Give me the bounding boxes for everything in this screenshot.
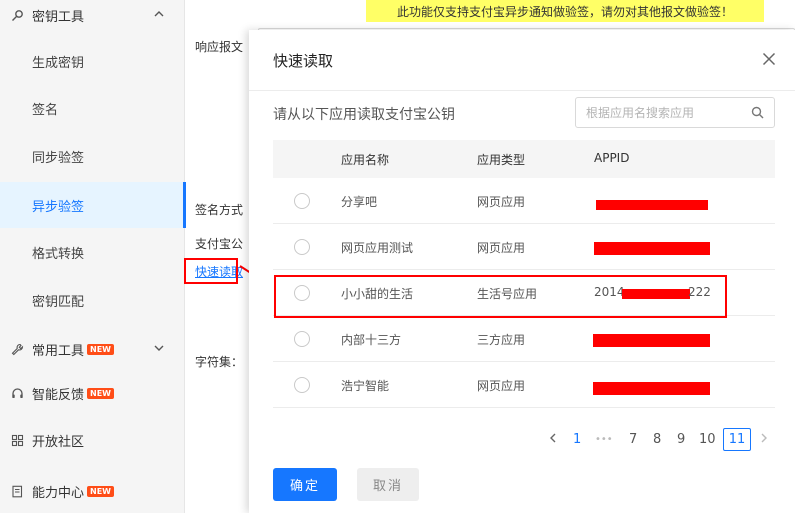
sign-method-label: 签名方式 <box>195 203 244 217</box>
key-icon <box>10 8 24 22</box>
sidebar: 密钥工具 生成密钥 签名 同步验签 异步验签 格式转换 密钥匹配 常用工具 NE… <box>0 0 186 513</box>
sidebar-item-sign[interactable]: 签名 <box>0 85 185 131</box>
pagination: 1 ••• 7 8 9 10 11 <box>249 428 795 452</box>
sidebar-item-generate-key[interactable]: 生成密钥 <box>0 38 185 84</box>
page-current[interactable]: 11 <box>723 428 751 451</box>
row-radio[interactable] <box>294 377 310 393</box>
app-search-input[interactable] <box>586 105 746 120</box>
charset-label: 字符集： <box>195 355 244 369</box>
cancel-button[interactable]: 取消 <box>357 468 419 501</box>
new-badge: NEW <box>87 387 114 399</box>
page-1[interactable]: 1 <box>573 432 581 447</box>
sidebar-item-label: 生成密钥 <box>32 55 85 71</box>
sidebar-group-label: 智能反馈 <box>32 387 85 403</box>
divider <box>249 90 795 91</box>
row-radio[interactable] <box>294 239 310 255</box>
wrench-icon <box>10 342 24 356</box>
next-page-icon[interactable] <box>759 432 769 448</box>
table-row[interactable]: 网页应用测试 网页应用 <box>273 224 775 270</box>
confirm-button[interactable]: 确定 <box>273 468 337 501</box>
redaction-mark <box>593 382 710 395</box>
quick-read-drawer: 快速读取 请从以下应用读取支付宝公钥 应用名称 应用类型 APPID 分享吧 网… <box>249 30 795 513</box>
new-badge: NEW <box>87 485 114 497</box>
sidebar-group-key-tools[interactable]: 密钥工具 <box>0 0 185 30</box>
page-10[interactable]: 10 <box>699 432 716 447</box>
annotation-box-row <box>274 275 727 318</box>
table-row[interactable]: 内部十三方 三方应用 <box>273 316 775 362</box>
app-name: 内部十三方 <box>341 333 402 347</box>
grid-icon <box>10 433 24 447</box>
sidebar-item-label: 同步验签 <box>32 150 85 166</box>
sidebar-group-label: 密钥工具 <box>32 9 85 25</box>
page-ellipsis[interactable]: ••• <box>595 434 613 445</box>
drawer-title: 快速读取 <box>273 52 334 70</box>
sidebar-item-label: 签名 <box>32 102 59 118</box>
redaction-mark <box>596 200 708 210</box>
new-badge: NEW <box>87 343 114 355</box>
column-header-type: 应用类型 <box>477 153 526 167</box>
headset-icon <box>10 386 24 400</box>
column-header-appid: APPID <box>594 151 630 165</box>
sidebar-group-open-community[interactable]: 开放社区 <box>0 425 185 455</box>
app-name: 网页应用测试 <box>341 241 414 255</box>
chevron-up-icon <box>153 8 165 20</box>
table-header: 应用名称 应用类型 APPID <box>273 140 775 178</box>
prev-page-icon[interactable] <box>548 432 558 448</box>
page-7[interactable]: 7 <box>629 432 637 447</box>
sidebar-item-label: 密钥匹配 <box>32 294 85 310</box>
sidebar-group-capability-center[interactable]: 能力中心 NEW <box>0 476 185 506</box>
row-radio[interactable] <box>294 331 310 347</box>
sidebar-item-label: 异步验签 <box>32 199 85 215</box>
page-9[interactable]: 9 <box>677 432 685 447</box>
sidebar-item-sync-verify[interactable]: 同步验签 <box>0 133 185 179</box>
column-header-name: 应用名称 <box>341 153 390 167</box>
sidebar-item-format-convert[interactable]: 格式转换 <box>0 229 185 275</box>
drawer-description: 请从以下应用读取支付宝公钥 <box>273 107 455 123</box>
app-name: 浩宁智能 <box>341 379 390 393</box>
chevron-down-icon <box>153 342 165 354</box>
app-type: 三方应用 <box>477 333 526 347</box>
row-radio[interactable] <box>294 193 310 209</box>
doc-icon <box>10 484 24 498</box>
sidebar-group-label: 开放社区 <box>32 434 85 450</box>
sidebar-group-smart-feedback[interactable]: 智能反馈 NEW <box>0 378 185 408</box>
annotation-box-link <box>184 258 238 284</box>
sidebar-item-key-match[interactable]: 密钥匹配 <box>0 277 185 323</box>
alipay-pubkey-label: 支付宝公 <box>195 237 244 251</box>
sidebar-group-label: 常用工具 <box>32 343 85 359</box>
app-name: 分享吧 <box>341 195 378 209</box>
table-row[interactable]: 浩宁智能 网页应用 <box>273 362 775 408</box>
app-type: 网页应用 <box>477 195 526 209</box>
app-search-box[interactable] <box>575 97 775 128</box>
page-8[interactable]: 8 <box>653 432 661 447</box>
response-label: 响应报文 <box>195 40 244 54</box>
redaction-mark <box>594 242 710 255</box>
close-icon[interactable] <box>762 52 776 66</box>
sidebar-group-common-tools[interactable]: 常用工具 NEW <box>0 334 185 364</box>
app-type: 网页应用 <box>477 379 526 393</box>
notice-banner: 此功能仅支持支付宝异步通知做验签，请勿对其他报文做验签！ <box>366 0 764 22</box>
sidebar-item-label: 格式转换 <box>32 246 85 262</box>
table-row[interactable]: 分享吧 网页应用 <box>273 178 775 224</box>
app-type: 网页应用 <box>477 241 526 255</box>
redaction-mark <box>593 334 710 347</box>
sidebar-item-async-verify[interactable]: 异步验签 <box>0 182 186 228</box>
sidebar-group-label: 能力中心 <box>32 485 85 501</box>
search-icon[interactable] <box>751 106 764 119</box>
